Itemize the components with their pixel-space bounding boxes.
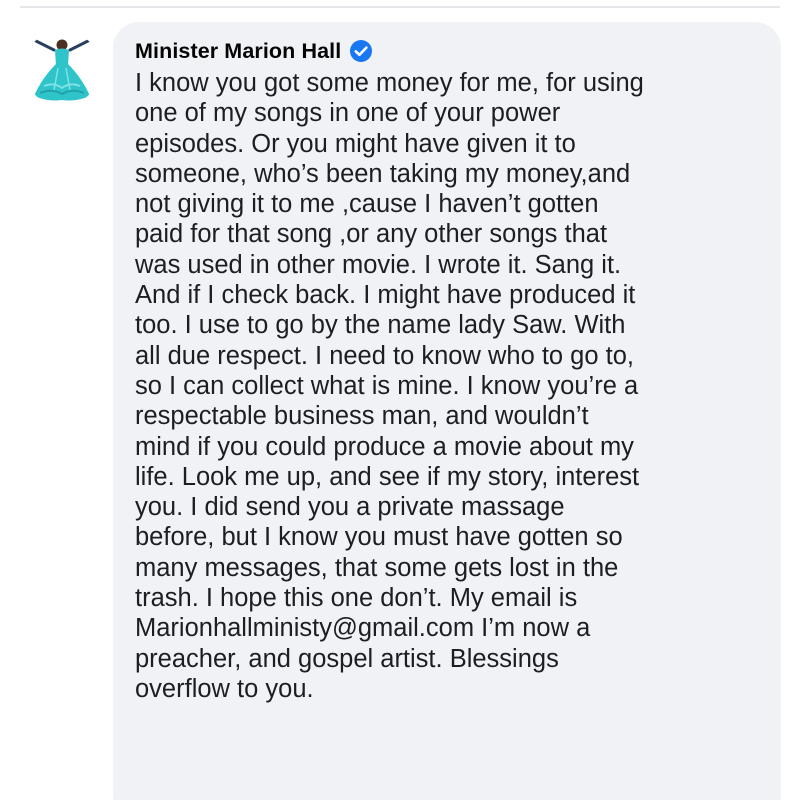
comment-line: trash. I hope this one don’t. My email i…	[135, 584, 578, 613]
comment-line: all due respect. I need to know who to g…	[135, 341, 634, 370]
comment-line: episodes. Or you might have given it to	[135, 129, 576, 158]
comment-screenshot: Minister Marion Hall I know you got some…	[0, 0, 800, 800]
comment-line: preacher, and gospel artist. Blessings	[135, 644, 559, 673]
comment-line: respectable business man, and wouldn’t	[135, 402, 589, 431]
comment-line: many messages, that some gets lost in th…	[135, 553, 619, 582]
comment-line: paid for that song ,or any other songs t…	[135, 220, 608, 249]
comment-line: not giving it to me ,cause I haven’t got…	[135, 190, 599, 219]
comment-line: overflow to you.	[135, 674, 314, 703]
comment-line: someone, who’s been taking my money,and	[135, 159, 631, 188]
divider	[20, 6, 780, 8]
comment-line: was used in other movie. I wrote it. San…	[135, 250, 622, 279]
comment-line: you. I did send you a private massage	[135, 493, 565, 522]
comment-line: too. I use to go by the name lady Saw. W…	[135, 311, 626, 340]
comment-line: before, but I know you must have gotten …	[135, 523, 623, 552]
comment-bubble: Minister Marion Hall I know you got some…	[113, 22, 781, 800]
comment-header: Minister Marion Hall	[135, 36, 761, 66]
comment-text: I know you got some money for me, for us…	[135, 68, 761, 704]
comment-line: And if I check back. I might have produc…	[135, 281, 636, 310]
avatar[interactable]	[24, 30, 100, 106]
comment-line: life. Look me up, and see if my story, i…	[135, 462, 640, 491]
comment-line: one of my songs in one of your power	[135, 99, 561, 128]
comment-line: so I can collect what is mine. I know yo…	[135, 371, 639, 400]
avatar-image	[32, 38, 92, 101]
comment-line: Marionhallministy@gmail.com I’m now a	[135, 614, 591, 643]
comment-line: mind if you could produce a movie about …	[135, 432, 634, 461]
verified-check-icon	[349, 39, 373, 63]
comment-line: I know you got some money for me, for us…	[135, 69, 644, 97]
author-name[interactable]: Minister Marion Hall	[135, 39, 341, 64]
